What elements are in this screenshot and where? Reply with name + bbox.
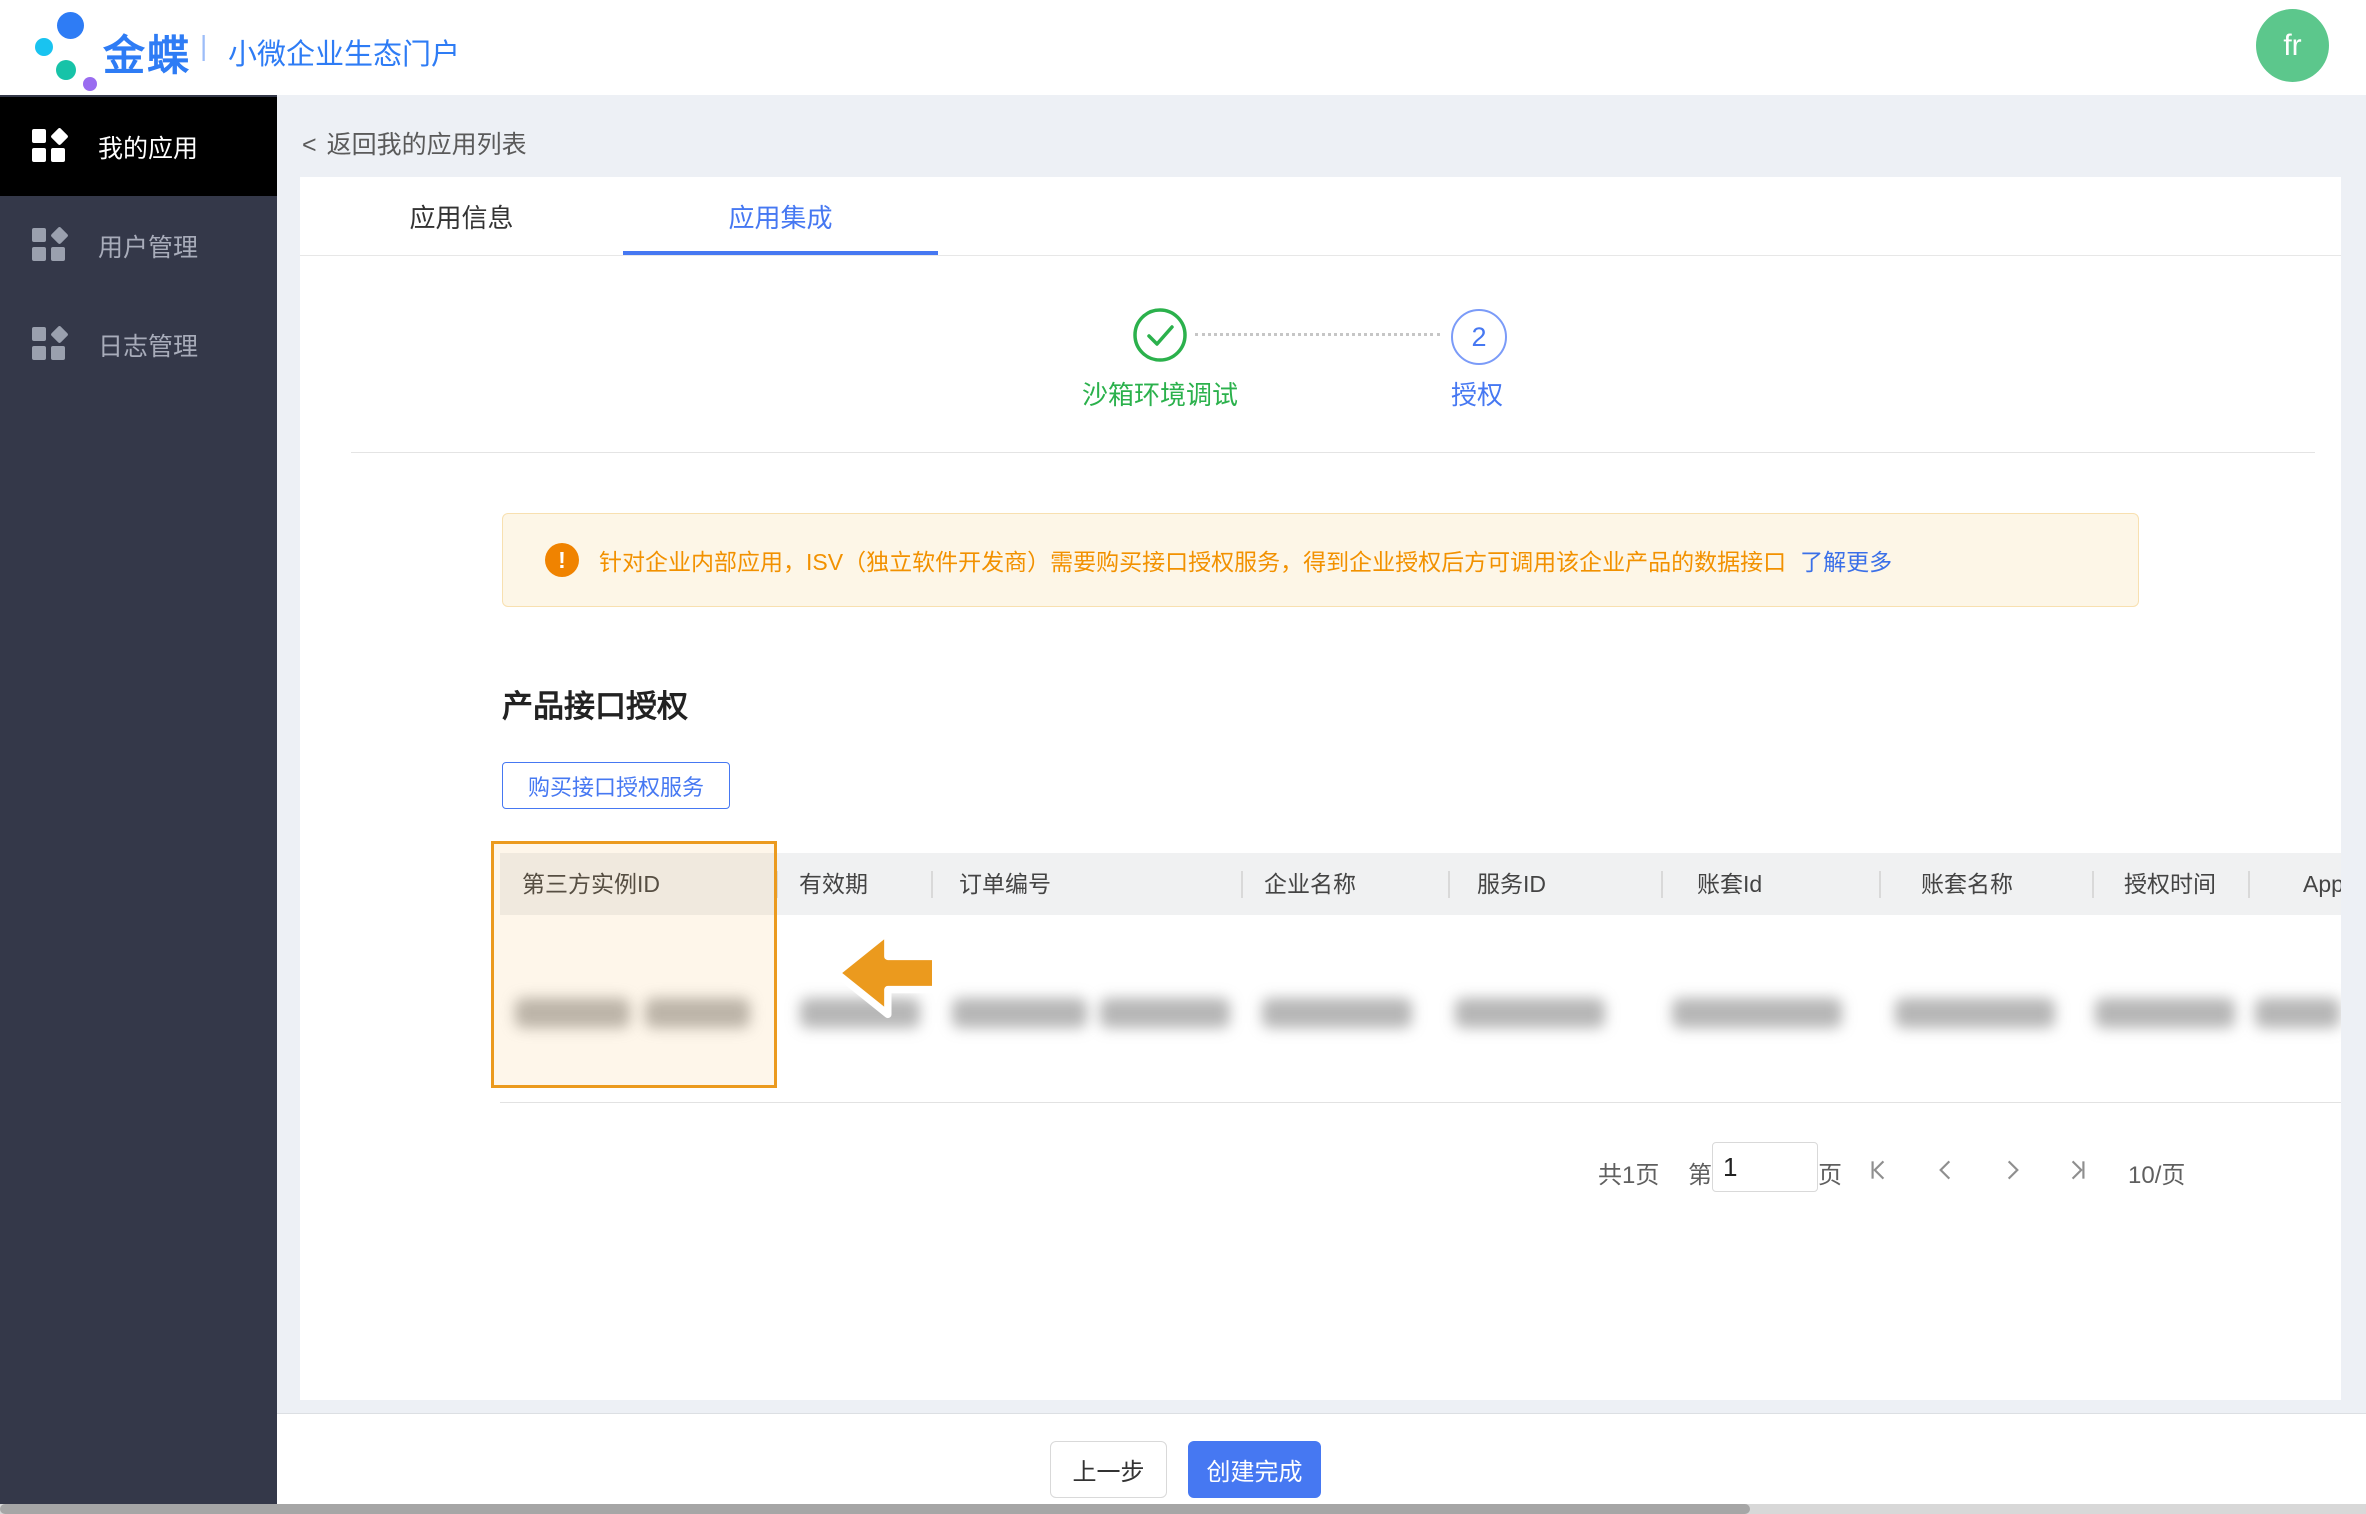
sidebar: 我的应用 用户管理 日志管理 [0, 95, 277, 1514]
col-header-order-no: 订单编号 [959, 853, 1051, 915]
tab-app-info[interactable]: 应用信息 [300, 177, 623, 255]
logo-dot-teal [56, 60, 76, 80]
sidebar-item-label: 用户管理 [98, 228, 198, 264]
redacted-cell-value [2095, 998, 2235, 1028]
page-number-input[interactable] [1712, 1142, 1818, 1192]
redacted-cell-value [1262, 998, 1412, 1028]
active-tab-underline [623, 251, 938, 255]
step2-number: 2 [1471, 322, 1486, 353]
row-bottom-border [500, 1102, 2341, 1103]
step1-done-check-icon [1132, 307, 1188, 363]
previous-step-button[interactable]: 上一步 [1050, 1441, 1167, 1498]
top-header: 金蝶 | 小微企业生态门户 fr [0, 0, 2366, 95]
column-divider [1448, 871, 1450, 898]
learn-more-link[interactable]: 了解更多 [1800, 543, 1892, 577]
warning-banner: ! 针对企业内部应用，ISV（独立软件开发商）需要购买接口授权服务，得到企业授权… [502, 513, 2139, 607]
col-header-auth-time: 授权时间 [2124, 853, 2216, 915]
prev-page-icon[interactable] [1932, 1157, 1958, 1183]
pagination-prefix: 第 [1688, 1155, 1712, 1190]
col-header-company: 企业名称 [1264, 853, 1356, 915]
logo-dot-purple [83, 77, 97, 91]
pagination-suffix: 页 [1818, 1155, 1842, 1190]
scrollbar-thumb[interactable] [0, 1504, 1750, 1514]
pagination-total: 共1页 [1598, 1155, 1659, 1190]
step2-number-circle: 2 [1451, 309, 1507, 365]
sidebar-item-my-apps[interactable]: 我的应用 [0, 97, 277, 196]
redacted-cell-value [1100, 998, 1230, 1028]
logo-dot-cyan [35, 38, 53, 56]
section-title: 产品接口授权 [502, 681, 688, 726]
last-page-icon[interactable] [2065, 1157, 2091, 1183]
sidebar-item-log-management[interactable]: 日志管理 [0, 295, 277, 394]
breadcrumb-label: 返回我的应用列表 [327, 131, 527, 159]
page-size-selector[interactable]: 10/页 [2128, 1155, 2185, 1190]
stepper-connector [1195, 333, 1440, 336]
main-card: 应用信息 应用集成 2 沙箱环境调试 授权 ! 针对企业内部应用，ISV（独立软… [300, 177, 2341, 1400]
step1-label: 沙箱环境调试 [1060, 375, 1260, 412]
section-divider [351, 452, 2315, 453]
create-complete-button[interactable]: 创建完成 [1188, 1441, 1321, 1498]
sidebar-item-user-management[interactable]: 用户管理 [0, 196, 277, 295]
col-header-account-id: 账套Id [1697, 853, 1762, 915]
col-header-service-id: 服务ID [1477, 853, 1546, 915]
sidebar-item-label: 日志管理 [98, 327, 198, 363]
bottom-action-bar: 上一步 创建完成 [277, 1413, 2366, 1505]
column-divider [1241, 871, 1243, 898]
tab-label: 应用信息 [409, 198, 513, 235]
back-chevron-icon: < [302, 131, 317, 159]
redacted-cell-value [1895, 998, 2055, 1028]
warning-text: 针对企业内部应用，ISV（独立软件开发商）需要购买接口授权服务，得到企业授权后方… [599, 543, 1786, 577]
sidebar-item-label: 我的应用 [98, 129, 198, 165]
tab-label: 应用集成 [728, 198, 832, 235]
brand-name: 金蝶 [103, 22, 191, 83]
column-divider [1661, 871, 1663, 898]
logo-dot-blue [57, 12, 84, 39]
col-header-validity: 有效期 [799, 853, 868, 915]
next-page-icon[interactable] [2000, 1157, 2026, 1183]
horizontal-scrollbar[interactable] [0, 1504, 2366, 1514]
tab-app-integration[interactable]: 应用集成 [623, 177, 938, 255]
apps-grid-icon [32, 228, 68, 264]
warning-icon: ! [545, 543, 579, 577]
column-divider [2092, 871, 2094, 898]
user-avatar[interactable]: fr [2256, 9, 2329, 82]
col-header-account-name: 账套名称 [1921, 853, 2013, 915]
buy-authorization-button[interactable]: 购买接口授权服务 [502, 762, 730, 809]
apps-grid-icon [32, 129, 68, 165]
apps-grid-icon [32, 327, 68, 363]
brand-separator: | [200, 30, 207, 62]
col-header-appkey: AppKey [2303, 853, 2341, 915]
redacted-cell-value [2255, 998, 2340, 1028]
app-root: 金蝶 | 小微企业生态门户 fr 我的应用 用户管理 日志管理 [0, 0, 2366, 1514]
redacted-cell-value [1455, 998, 1605, 1028]
first-page-icon[interactable] [1865, 1157, 1891, 1183]
column-divider [2248, 871, 2250, 898]
column-divider [931, 871, 933, 898]
portal-title: 小微企业生态门户 [228, 31, 460, 73]
annotation-left-arrow-icon [827, 927, 945, 1024]
redacted-cell-value [952, 998, 1087, 1028]
back-to-app-list-link[interactable]: < 返回我的应用列表 [302, 125, 527, 161]
column-divider [1879, 871, 1881, 898]
tab-bar: 应用信息 应用集成 [300, 177, 2341, 256]
redacted-cell-value [1672, 998, 1842, 1028]
highlight-box-first-column [491, 841, 777, 1088]
step2-label: 授权 [1407, 375, 1547, 412]
